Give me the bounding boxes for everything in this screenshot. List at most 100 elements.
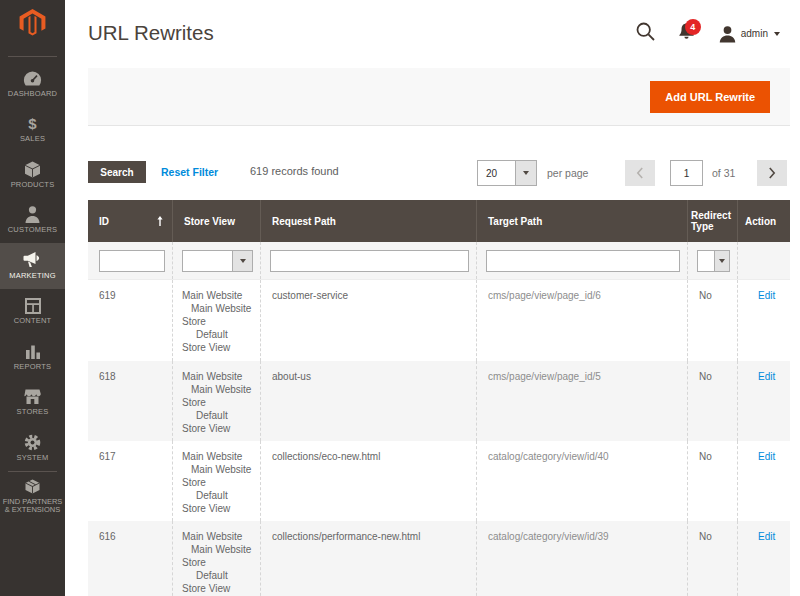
admin-menu[interactable]: admin (719, 25, 780, 43)
total-pages-label: of 31 (712, 167, 735, 179)
cell-id: 616 (88, 521, 172, 596)
cell-id: 618 (88, 361, 172, 441)
cell-id: 617 (88, 441, 172, 521)
table-header-row: IDStore ViewRequest PathTarget PathRedir… (88, 200, 790, 242)
main-area: URL Rewrites 4 admin Add URL Rewrite Sea… (65, 0, 800, 596)
chevron-right-icon (768, 167, 776, 179)
add-url-rewrite-button[interactable]: Add URL Rewrite (650, 81, 770, 113)
chevron-left-icon (636, 167, 644, 179)
table-row: 617Main WebsiteMain Website StoreDefault… (88, 441, 790, 521)
sidebar-item-system[interactable]: System (0, 425, 65, 471)
products-icon (24, 161, 41, 178)
sidebar: Dashboard$SalesProducts Customers Marketin… (0, 0, 65, 596)
magento-logo[interactable] (18, 9, 47, 36)
cell-redirect-type: No (687, 441, 737, 521)
cell-request-path: collections/performance-new.html (260, 521, 476, 596)
sidebar-item-products[interactable]: Products (0, 152, 65, 198)
stores-icon (24, 388, 41, 405)
sidebar-item-customers[interactable]: Customers (0, 198, 65, 244)
sidebar-item-label: Reports (14, 363, 52, 372)
sidebar-item-label: Content (14, 317, 52, 326)
table-filter-row (88, 242, 790, 280)
cell-target-path: catalog/category/view/id/39 (476, 521, 687, 596)
customers-icon (25, 206, 40, 223)
grid-search-button[interactable]: Search (88, 161, 146, 183)
page-toolbar: Add URL Rewrite (88, 68, 790, 126)
cell-action: Edit (737, 521, 790, 596)
page-number-input[interactable] (670, 160, 703, 186)
page-title: URL Rewrites (88, 23, 214, 43)
cell-request-path: customer-service (260, 280, 476, 361)
records-found-text: 619 records found (250, 165, 339, 177)
filter-store-view-select[interactable] (182, 250, 253, 272)
sidebar-item-label: Sales (20, 135, 45, 144)
cell-store-view: Main WebsiteMain Website StoreDefault St… (172, 521, 260, 596)
edit-link[interactable]: Edit (758, 371, 775, 382)
grid-controls: Search Reset Filter 619 records found 20… (88, 160, 790, 186)
column-header-target-path[interactable]: Target Path (476, 200, 687, 242)
notifications-button[interactable]: 4 (677, 22, 696, 45)
sidebar-item-label: Find Partners & Extensions (1, 498, 65, 515)
per-page-select[interactable]: 20 (477, 160, 537, 186)
chevron-down-icon (523, 171, 529, 175)
sidebar-item-label: Stores (17, 408, 49, 417)
cell-request-path: collections/eco-new.html (260, 441, 476, 521)
column-header-request-path[interactable]: Request Path (260, 200, 476, 242)
cell-redirect-type: No (687, 521, 737, 596)
url-rewrites-table: IDStore ViewRequest PathTarget PathRedir… (88, 200, 790, 596)
table-body: 619Main WebsiteMain Website StoreDefault… (88, 280, 790, 596)
chevron-down-icon (774, 32, 780, 36)
cell-target-path: cms/page/view/page_id/6 (476, 280, 687, 361)
chevron-down-icon (719, 259, 725, 263)
cell-target-path: catalog/category/view/id/40 (476, 441, 687, 521)
search-icon[interactable] (635, 21, 656, 46)
previous-page-button[interactable] (625, 160, 655, 186)
table-row: 616Main WebsiteMain Website StoreDefault… (88, 521, 790, 596)
sidebar-item-content[interactable]: Content (0, 289, 65, 335)
filter-id-input[interactable] (99, 250, 165, 272)
reports-icon (25, 343, 41, 360)
cell-action: Edit (737, 441, 790, 521)
sidebar-item-label: System (16, 454, 48, 463)
column-header-store-view[interactable]: Store View (172, 200, 260, 242)
edit-link[interactable]: Edit (758, 451, 775, 462)
marketing-icon (23, 252, 42, 269)
sidebar-item-dashboard[interactable]: Dashboard (0, 61, 65, 107)
edit-link[interactable]: Edit (758, 531, 775, 542)
cell-target-path: cms/page/view/page_id/5 (476, 361, 687, 441)
cell-redirect-type: No (687, 280, 737, 361)
table-row: 619Main WebsiteMain Website StoreDefault… (88, 280, 790, 361)
cell-id: 619 (88, 280, 172, 361)
per-page-select-button[interactable] (515, 161, 536, 185)
sidebar-divider (8, 471, 57, 472)
sidebar-item-sales[interactable]: $Sales (0, 107, 65, 153)
sidebar-item-label: Customers (8, 226, 58, 235)
sidebar-item-find-partners-extensions[interactable]: Find Partners & Extensions (0, 475, 65, 519)
sidebar-item-stores[interactable]: Stores (0, 380, 65, 426)
system-icon (24, 434, 41, 451)
content-icon (25, 297, 41, 314)
sidebar-item-reports[interactable]: Reports (0, 334, 65, 380)
cell-action: Edit (737, 361, 790, 441)
filter-redirect-type-select[interactable] (697, 250, 730, 272)
reset-filter-link[interactable]: Reset Filter (161, 166, 218, 178)
column-header-id[interactable]: ID (88, 200, 172, 242)
column-header-action[interactable]: Action (737, 200, 790, 242)
notification-badge: 4 (685, 19, 701, 35)
sidebar-item-marketing[interactable]: Marketing (0, 243, 65, 289)
find-partners-icon (24, 478, 41, 495)
table-row: 618Main WebsiteMain Website StoreDefault… (88, 361, 790, 441)
admin-username: admin (741, 28, 768, 39)
edit-link[interactable]: Edit (758, 290, 775, 301)
sidebar-item-label: Marketing (9, 272, 55, 281)
user-icon (719, 25, 736, 43)
filter-target-path-input[interactable] (486, 250, 680, 272)
cell-store-view: Main WebsiteMain Website StoreDefault St… (172, 280, 260, 361)
filter-request-path-input[interactable] (270, 250, 469, 272)
column-header-redirect-type[interactable]: Redirect Type (687, 200, 737, 242)
cell-redirect-type: No (687, 361, 737, 441)
next-page-button[interactable] (757, 160, 787, 186)
sort-asc-icon (157, 216, 163, 228)
chevron-down-icon (240, 259, 246, 263)
cell-store-view: Main WebsiteMain Website StoreDefault St… (172, 361, 260, 441)
